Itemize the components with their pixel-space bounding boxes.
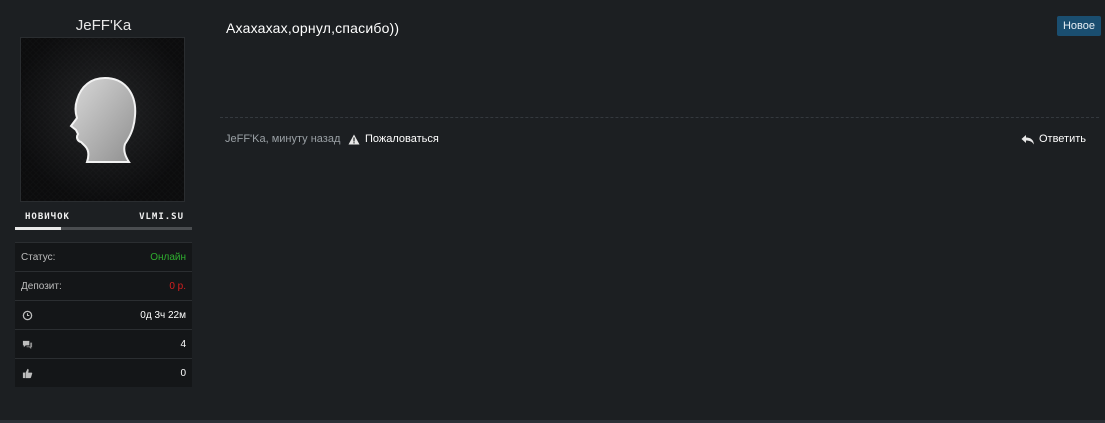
stat-row-time: 0д 3ч 22м xyxy=(15,300,192,329)
rank-label: НОВИЧОК xyxy=(25,212,70,222)
reply-button[interactable]: Ответить xyxy=(1021,133,1086,145)
deposit-label: Депозит: xyxy=(21,281,62,292)
user-stats: Статус: Онлайн Депозит: 0 р. 0д 3ч 22м 4 xyxy=(15,242,192,387)
rank-site: VLMI.SU xyxy=(139,212,184,222)
thumbs-up-icon xyxy=(22,368,33,379)
likes-count: 0 xyxy=(180,368,186,379)
reply-icon xyxy=(1021,134,1034,144)
clock-icon xyxy=(22,310,33,321)
status-label: Статус: xyxy=(21,252,56,263)
stat-row-likes: 0 xyxy=(15,358,192,387)
comments-icon xyxy=(22,340,33,350)
warning-icon xyxy=(348,134,360,144)
reply-label: Ответить xyxy=(1038,133,1086,145)
post-meta[interactable]: JeFF'Ka, минуту назад xyxy=(225,133,340,145)
deposit-value: 0 р. xyxy=(169,281,186,292)
stat-row-status: Статус: Онлайн xyxy=(15,242,192,271)
post-message: Ахахахах,орнул,спасибо)) xyxy=(226,20,400,36)
new-badge: Новое xyxy=(1056,16,1101,36)
rank-progress-fill xyxy=(15,227,62,230)
user-panel: JeFF'Ka НОВИЧОК VLMI.SU Статус: Онлайн Д… xyxy=(15,15,192,387)
stat-row-messages: 4 xyxy=(15,329,192,358)
time-online-value: 0д 3ч 22м xyxy=(140,310,186,321)
post-divider xyxy=(220,117,1099,118)
avatar[interactable] xyxy=(20,37,185,202)
report-label: Пожаловаться xyxy=(365,133,439,145)
stat-row-deposit: Депозит: 0 р. xyxy=(15,271,192,300)
report-button[interactable]: Пожаловаться xyxy=(348,133,439,145)
rank-bar: НОВИЧОК VLMI.SU xyxy=(15,210,192,230)
status-value: Онлайн xyxy=(150,252,186,263)
messages-count: 4 xyxy=(180,339,186,350)
username[interactable]: JeFF'Ka xyxy=(15,15,192,37)
rank-progress-track xyxy=(15,227,192,230)
default-avatar-head-icon xyxy=(21,38,184,201)
